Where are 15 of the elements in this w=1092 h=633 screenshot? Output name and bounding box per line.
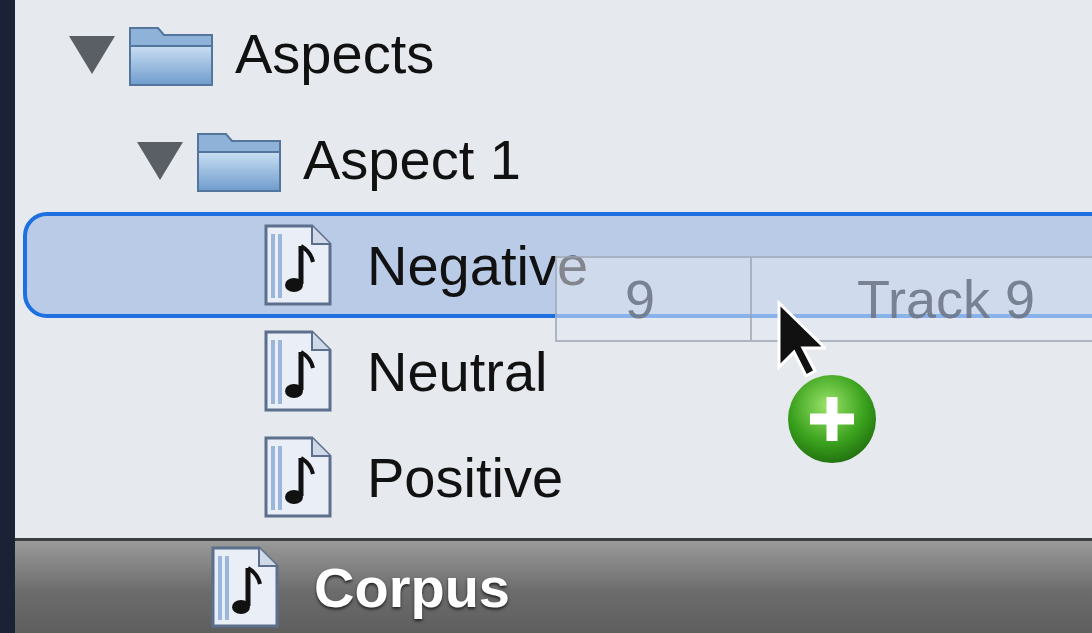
- item-label: Aspects: [235, 20, 435, 86]
- item-label: Positive: [367, 444, 564, 510]
- music-file-icon: [263, 436, 333, 518]
- source-header[interactable]: Corpus: [15, 538, 1092, 633]
- music-file-icon: [263, 224, 333, 306]
- header-label: Corpus: [314, 554, 510, 620]
- tree-row[interactable]: Aspect 1: [23, 106, 1092, 212]
- tree-row[interactable]: Positive: [23, 424, 1092, 530]
- tree-row[interactable]: Aspects: [23, 0, 1092, 106]
- item-label: Neutral: [367, 338, 548, 404]
- music-file-icon: [210, 546, 280, 628]
- item-label: Negative: [367, 232, 589, 298]
- item-label: Aspect 1: [303, 126, 521, 192]
- cursor-arrow-icon: [776, 300, 826, 380]
- music-file-icon: [263, 330, 333, 412]
